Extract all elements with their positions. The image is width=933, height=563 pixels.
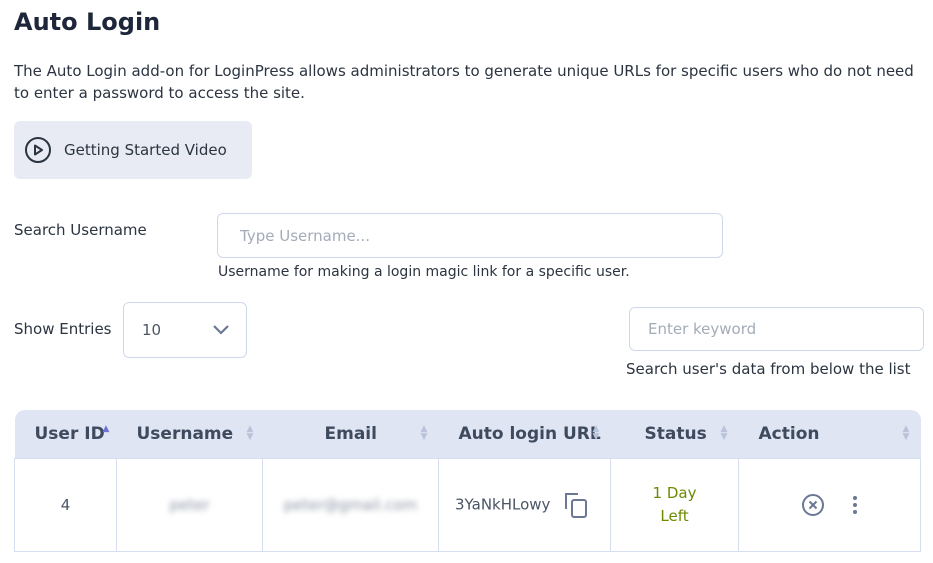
keyword-search-input[interactable]: Enter keyword: [629, 307, 924, 351]
column-label: Auto login URL: [458, 423, 601, 444]
play-circle-icon: [25, 137, 51, 163]
sort-icon: ▲ ▼: [246, 424, 254, 442]
keyword-search-help: Search user's data from below the list: [626, 360, 911, 378]
column-username[interactable]: Username ▲ ▼: [116, 410, 263, 458]
column-auto-login-url[interactable]: Auto login URL ▲ ▼: [438, 410, 611, 458]
page-description: The Auto Login add-on for LoginPress all…: [14, 62, 914, 102]
more-vertical-icon[interactable]: [852, 495, 858, 515]
column-action[interactable]: Action ▲ ▼: [738, 410, 921, 458]
column-label: Status: [644, 423, 707, 444]
delete-circle-x-icon[interactable]: [801, 493, 825, 517]
show-entries-value: 10: [142, 321, 162, 339]
cell-email: peter@gmail.com: [283, 495, 418, 514]
column-user-id[interactable]: User ID ▲: [14, 410, 117, 458]
sort-icon: ▲ ▼: [720, 424, 728, 442]
chevron-down-icon: [213, 325, 229, 335]
cell-auto-login-url: 3YaNkHLowy: [455, 495, 551, 513]
sort-icon: ▲ ▼: [902, 424, 910, 442]
column-label: Email: [324, 423, 377, 444]
search-username-help: Username for making a login magic link f…: [218, 264, 630, 280]
video-button-label: Getting Started Video: [64, 141, 227, 159]
column-email[interactable]: Email ▲ ▼: [262, 410, 439, 458]
column-label: Username: [136, 423, 234, 444]
page-title: Auto Login: [14, 8, 161, 36]
sort-icon: ▲ ▼: [592, 424, 600, 442]
status-line-2: Left: [660, 506, 689, 525]
column-label: User ID: [34, 423, 105, 444]
table-row: 4 peter peter@gmail.com 3YaNkHLowy 1 Day…: [14, 457, 921, 552]
getting-started-video-button[interactable]: Getting Started Video: [14, 121, 252, 179]
show-entries-label: Show Entries: [14, 320, 112, 338]
search-username-input[interactable]: Type Username...: [217, 213, 723, 258]
copy-icon[interactable]: [563, 491, 589, 519]
column-status[interactable]: Status ▲ ▼: [610, 410, 739, 458]
sort-asc-icon: ▲: [102, 424, 110, 434]
auto-login-table: User ID ▲ Username ▲ ▼ Email ▲ ▼ Auto login U…: [14, 410, 921, 552]
cell-user-id: 4: [14, 457, 117, 552]
sort-icon: ▲ ▼: [420, 424, 428, 442]
status-line-1: 1 Day: [652, 483, 697, 502]
column-label: Action: [758, 423, 820, 444]
show-entries-select[interactable]: 10: [123, 302, 247, 358]
cell-username: peter: [169, 495, 210, 514]
search-username-label: Search Username: [14, 221, 147, 239]
